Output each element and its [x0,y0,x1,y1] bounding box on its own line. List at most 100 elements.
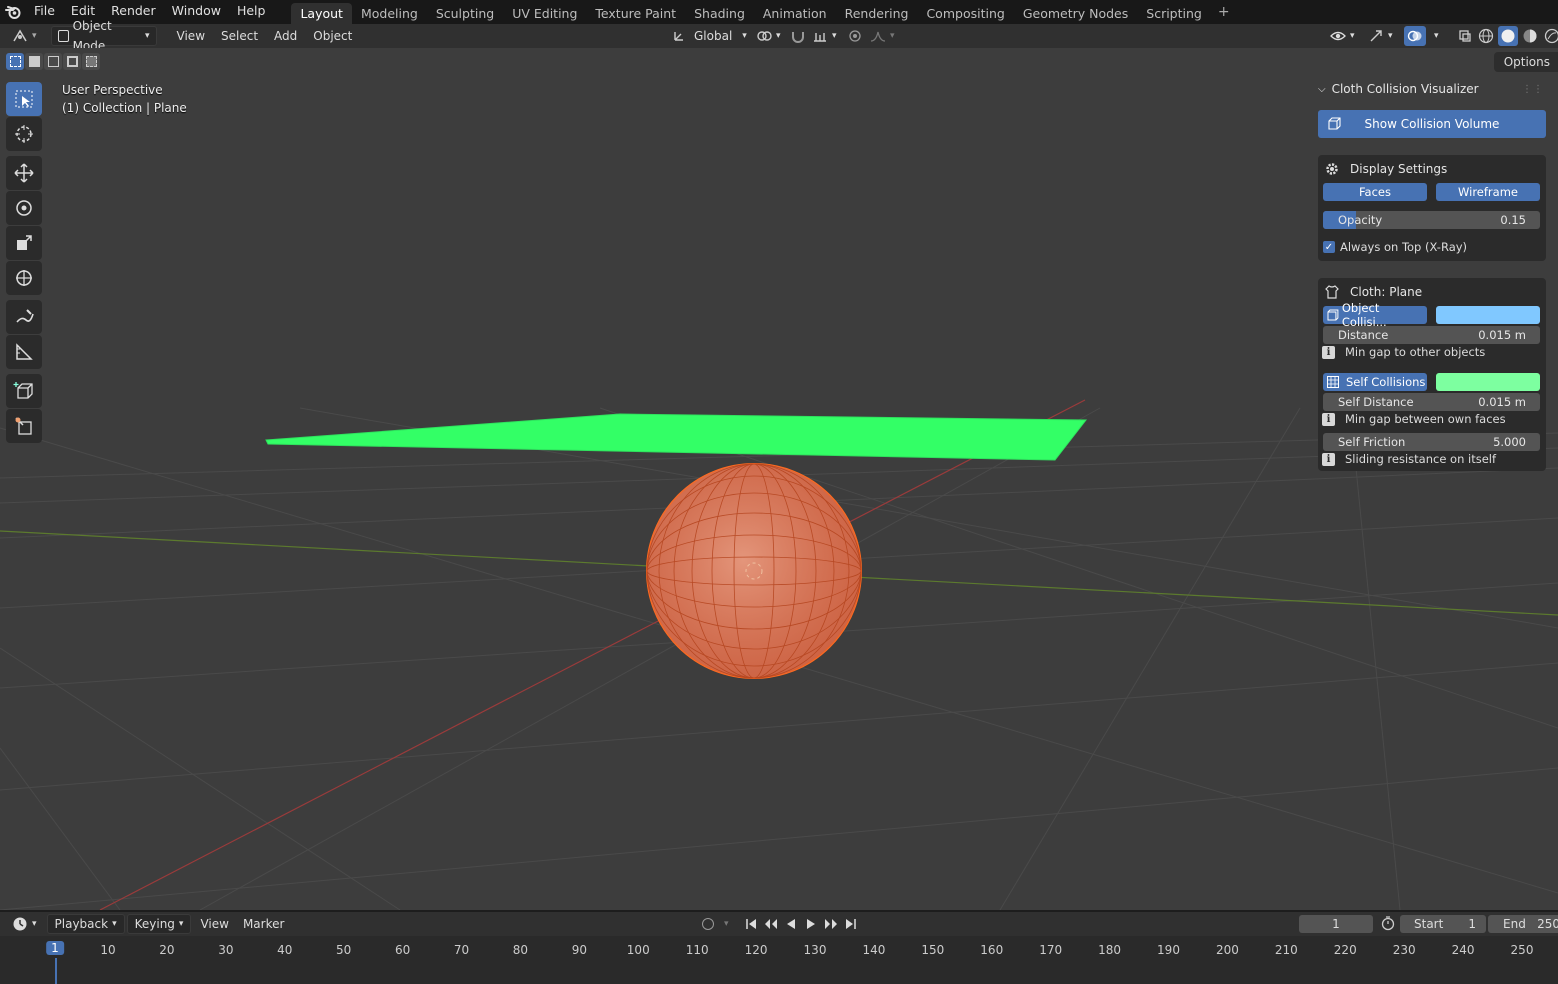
move-tool[interactable] [6,156,42,190]
tab-rendering[interactable]: Rendering [836,3,918,24]
gizmo-dropdown[interactable]: ▾ [1362,26,1399,46]
falloff-dropdown[interactable]: ▾ [864,26,901,46]
faces-button[interactable]: Faces [1323,183,1427,201]
select-extend-button[interactable] [25,53,43,70]
editor-type-button[interactable]: ▾ [6,26,43,46]
snap-target-dropdown[interactable]: ▾ [806,26,843,46]
solid-shading-button[interactable] [1498,26,1518,46]
current-frame-field[interactable]: 1 [1299,915,1373,933]
distance-field[interactable]: Distance 0.015 m [1323,326,1540,344]
jump-end-button[interactable] [842,915,860,933]
play-reverse-button[interactable] [782,915,800,933]
transform-tool[interactable] [6,261,42,295]
wireframe-sphere-icon [1478,28,1494,44]
select-intersect-button[interactable] [82,53,100,70]
wireframe-shading-button[interactable] [1476,26,1496,46]
blender-logo-icon[interactable] [0,0,26,24]
timeline-menu-keying[interactable]: Keying ▾ [126,914,192,934]
mode-dropdown[interactable]: Object Mode ▾ [50,19,157,53]
tab-modeling[interactable]: Modeling [352,3,427,24]
tab-uv-editing[interactable]: UV Editing [503,3,586,24]
self-collision-color-swatch[interactable] [1436,373,1540,391]
timeline-menu-view[interactable]: View [193,914,235,934]
record-icon [702,918,714,930]
tab-compositing[interactable]: Compositing [917,3,1013,24]
menu-window[interactable]: Window [164,0,229,24]
stopwatch-icon[interactable] [1380,915,1396,934]
visibility-dropdown[interactable]: ▾ [1324,26,1361,46]
overlays-dropdown[interactable]: ▾ [1428,26,1445,46]
select-new-button[interactable] [6,53,24,70]
self-collisions-toggle[interactable]: Self Collisions [1323,373,1427,391]
tab-geometry-nodes[interactable]: Geometry Nodes [1014,3,1137,24]
cloth-plane[interactable] [265,413,1088,461]
frame-tick: 140 [862,943,886,957]
frame-tick: 220 [1333,943,1357,957]
show-collision-volume-button[interactable]: Show Collision Volume [1318,110,1546,138]
info-icon: i [1322,412,1335,426]
pivot-point-dropdown[interactable]: ▾ [750,26,787,46]
frame-tick: 190 [1157,943,1180,957]
timeline-menu-playback[interactable]: Playback ▾ [46,914,125,934]
tab-texture-paint[interactable]: Texture Paint [586,3,685,24]
wireframe-button[interactable]: Wireframe [1436,183,1540,201]
cloth-title: Cloth: Plane [1350,285,1423,299]
xray-toggle[interactable] [1452,26,1478,46]
panel-header[interactable]: ⌵ Cloth Collision Visualizer ⋮⋮ [1314,76,1550,102]
tab-sculpting[interactable]: Sculpting [427,3,503,24]
display-settings-header[interactable]: Display Settings [1318,155,1546,183]
self-friction-field[interactable]: Self Friction 5.000 [1323,433,1540,451]
rendered-shading-button[interactable] [1542,26,1558,46]
xray-checkbox[interactable]: ✓ [1323,241,1335,253]
jump-start-button[interactable] [742,915,760,933]
timeline-editor-type-button[interactable]: ▾ [6,914,43,934]
orientation-dropdown[interactable]: Global ▾ [666,26,753,46]
tab-scripting[interactable]: Scripting [1137,3,1211,24]
header-menu-view[interactable]: View [169,26,213,46]
transform-object-tool[interactable] [6,409,42,443]
select-subtract-button[interactable] [44,53,62,70]
add-cube-tool[interactable] [6,374,42,408]
measure-tool[interactable] [6,335,42,369]
timeline-ruler[interactable]: 1 10 20 30 40 50 60 70 80 90 100 110 120 130 140 150 160… [0,936,1558,984]
play-button[interactable] [802,915,820,933]
options-button[interactable]: Options [1493,52,1558,72]
select-box-tool[interactable] [6,82,42,116]
timeline-menu-marker[interactable]: Marker [236,914,291,934]
info-icon: i [1322,345,1335,359]
select-invert-button[interactable] [63,53,81,70]
self-distance-field[interactable]: Self Distance 0.015 m [1323,393,1540,411]
material-sphere-icon [1523,29,1537,43]
opacity-slider[interactable]: Opacity 0.15 [1323,211,1540,229]
rendered-sphere-icon [1544,28,1558,44]
3d-viewport[interactable]: User Perspective (1) Collection | Plane … [0,48,1558,910]
annotate-tool[interactable] [6,300,42,334]
end-frame-field[interactable]: End 250 [1488,915,1558,933]
tab-animation[interactable]: Animation [754,3,836,24]
drag-handle-icon[interactable]: ⋮⋮ [1522,84,1544,95]
object-collision-toggle[interactable]: Object Collisi... [1323,301,1427,329]
header-menu-add[interactable]: Add [266,26,305,46]
overlays-toggle[interactable] [1404,26,1426,46]
auto-keying-toggle[interactable]: ▾ [696,914,735,934]
add-cube-icon [13,382,33,399]
collision-sphere[interactable] [646,463,862,679]
header-menu-select[interactable]: Select [213,26,266,46]
next-keyframe-button[interactable] [822,915,840,933]
add-workspace-button[interactable]: + [1211,2,1237,23]
scale-tool[interactable] [6,226,42,260]
start-frame-field[interactable]: Start 1 [1400,915,1486,933]
menu-help[interactable]: Help [229,0,274,24]
header-menu-object[interactable]: Object [305,26,360,46]
material-shading-button[interactable] [1520,26,1540,46]
jump-start-icon [746,919,756,929]
tab-layout[interactable]: Layout [291,3,352,24]
tab-shading[interactable]: Shading [685,3,754,24]
tool-shelf [6,82,44,444]
prev-keyframe-button[interactable] [762,915,780,933]
object-collision-color-swatch[interactable] [1436,306,1540,324]
menu-file[interactable]: File [26,0,63,24]
rotate-tool[interactable] [6,191,42,225]
frame-tick: 250 [1510,943,1534,957]
cursor-tool[interactable] [6,117,42,151]
